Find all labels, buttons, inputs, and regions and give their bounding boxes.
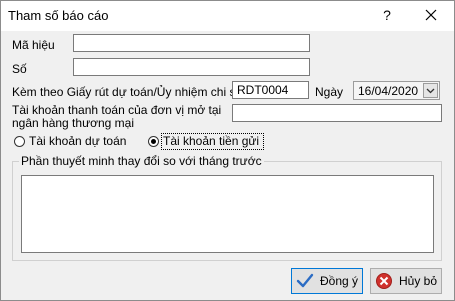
ngay-label: Ngày	[315, 85, 344, 99]
ngay-value: 16/04/2020	[358, 84, 419, 98]
ma-hieu-label: Mã hiệu	[12, 38, 55, 52]
title-bar[interactable]: Tham số báo cáo ?	[1, 1, 454, 31]
radio-tai-khoan-du-toan[interactable]	[14, 136, 25, 147]
radio-tai-khoan-du-toan-label[interactable]: Tài khoản dự toán	[29, 134, 126, 148]
thuyet-minh-legend: Phần thuyết minh thay đổi so với tháng t…	[19, 154, 264, 168]
ok-button-label: Đồng ý	[320, 274, 359, 288]
radio-tai-khoan-tien-gui[interactable]	[148, 136, 159, 147]
tai-khoan-label-line1: Tài khoản thanh toán của đơn vị mở tại	[12, 103, 222, 117]
checkmark-icon	[296, 273, 314, 288]
dialog-title: Tham số báo cáo	[8, 8, 109, 23]
report-params-dialog: Tham số báo cáo ? Mã hiệu Số Kèm theo Gi…	[0, 0, 455, 301]
ngay-date-picker[interactable]: 16/04/2020	[353, 81, 440, 100]
cancel-button[interactable]: Hủy bỏ	[370, 268, 442, 294]
kem-theo-label: Kèm theo Giấy rút dự toán/Ủy nhiệm chi s…	[12, 85, 243, 99]
cancel-icon	[376, 273, 392, 289]
tai-khoan-label-line2: ngân hàng thương mại	[12, 116, 134, 130]
so-label: Số	[12, 62, 27, 76]
kem-theo-input[interactable]: RDT0004	[232, 81, 309, 99]
date-dropdown-button[interactable]	[423, 83, 438, 98]
ma-hieu-input[interactable]	[73, 34, 310, 52]
close-button[interactable]	[421, 5, 441, 25]
thuyet-minh-textarea[interactable]	[21, 175, 434, 253]
tai-khoan-input[interactable]	[232, 104, 442, 122]
chevron-down-icon	[426, 88, 435, 94]
cancel-button-label: Hủy bỏ	[399, 274, 438, 288]
so-input[interactable]	[73, 58, 310, 76]
radio-tai-khoan-tien-gui-label[interactable]: Tài khoản tiền gửi	[163, 134, 259, 148]
help-button[interactable]: ?	[377, 5, 397, 25]
ok-button[interactable]: Đồng ý	[291, 268, 363, 294]
close-icon	[425, 9, 437, 21]
